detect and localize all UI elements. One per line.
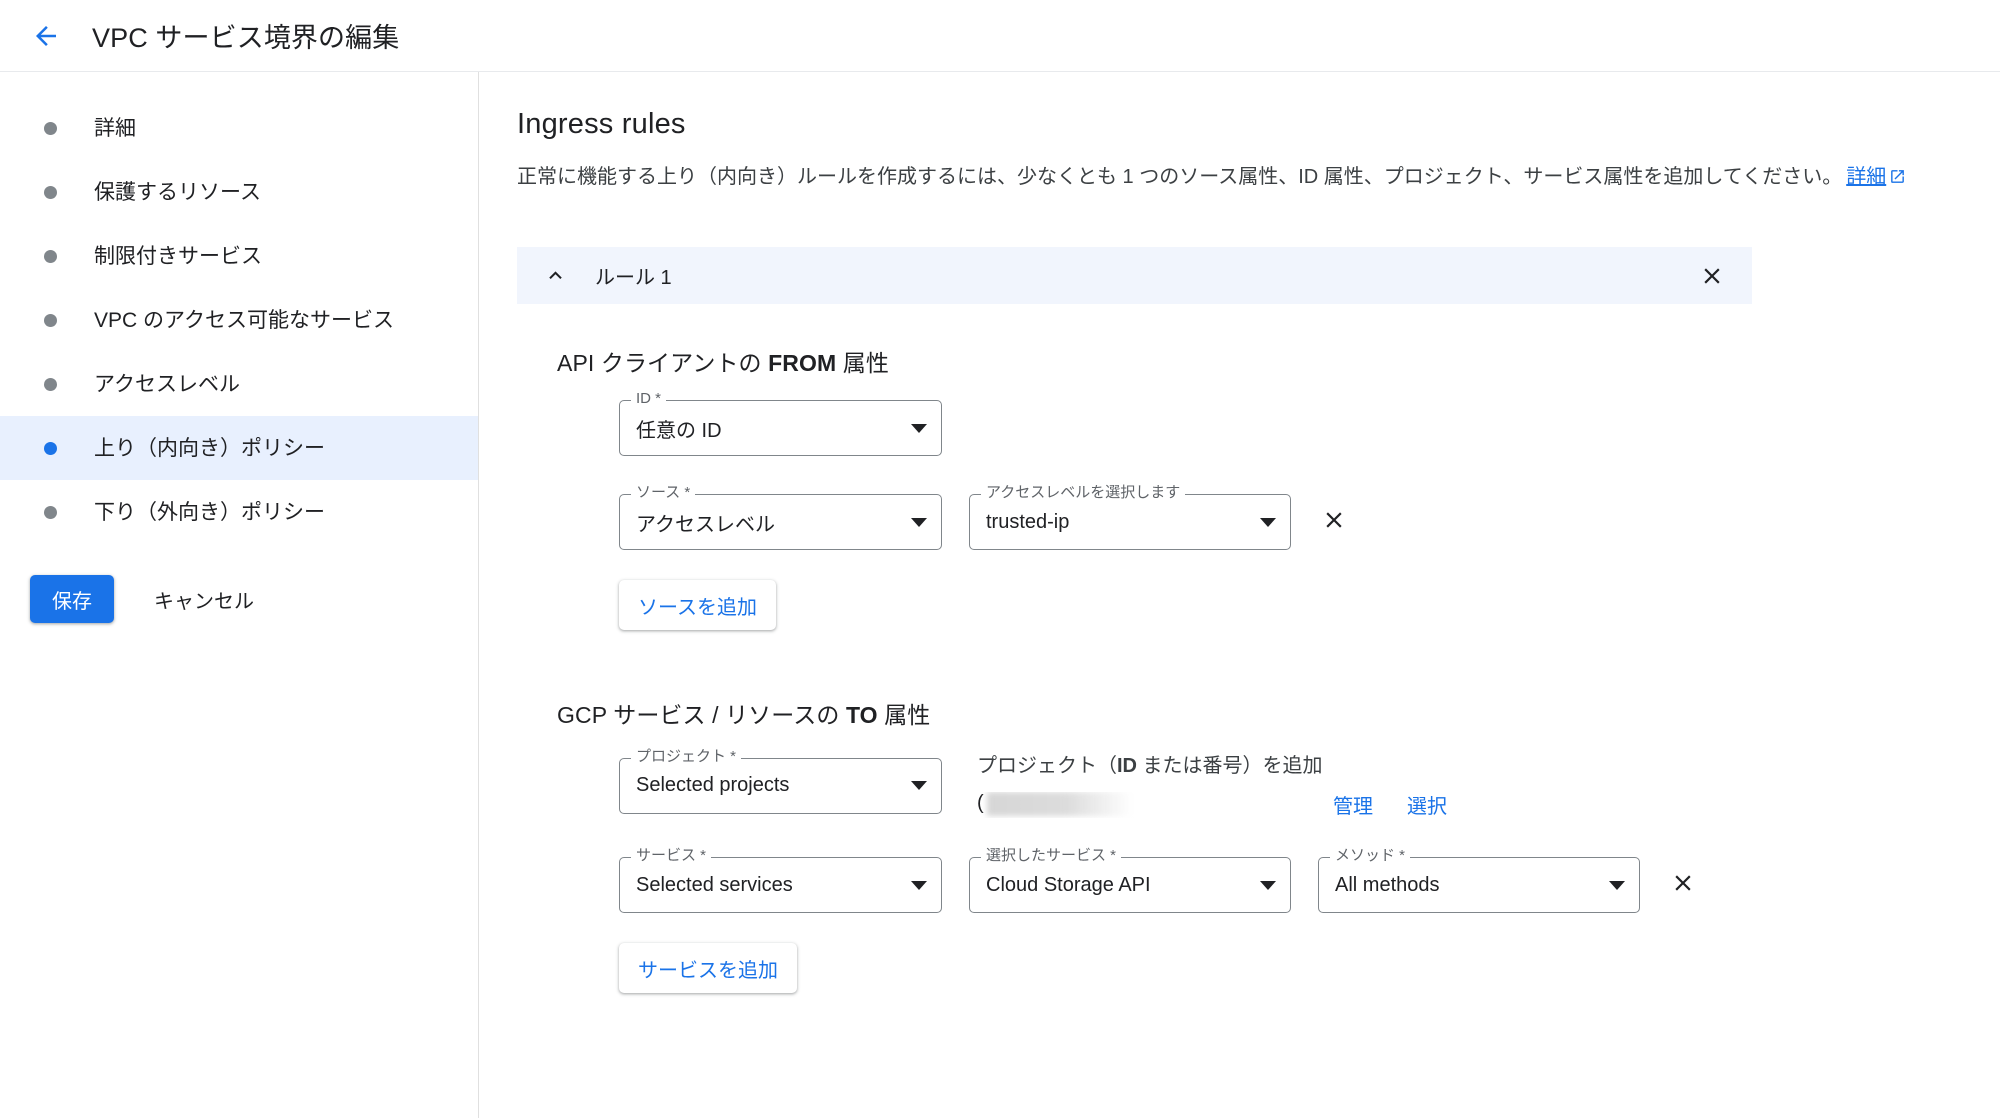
- to-heading-pre: GCP サービス / リソースの: [557, 702, 846, 728]
- from-heading-post: 属性: [836, 350, 889, 376]
- project-label: プロジェクト *: [631, 748, 742, 764]
- sidebar-nav: 詳細 保護するリソース 制限付きサービス VPC のアクセス可能なサービス アク…: [0, 72, 479, 1118]
- sidebar-item-label: 詳細: [94, 116, 136, 140]
- sidebar-item-restricted-services[interactable]: 制限付きサービス: [0, 224, 478, 288]
- to-heading-bold: TO: [845, 702, 878, 728]
- bullet-icon: [44, 441, 57, 455]
- sidebar-item-label: 下り（外向き）ポリシー: [94, 500, 325, 524]
- method-select[interactable]: メソッド * All methods: [1318, 848, 1640, 913]
- chevron-down-icon: [911, 880, 927, 890]
- source-type-select[interactable]: ソース * アクセスレベル: [619, 485, 942, 550]
- chevron-down-icon: [1609, 880, 1625, 890]
- bullet-icon: [44, 377, 57, 391]
- project-select-link[interactable]: 選択: [1407, 790, 1447, 819]
- section-description-text: 正常に機能する上り（内向き）ルールを作成するには、少なくとも 1 つのソース属性…: [517, 166, 1843, 188]
- project-select[interactable]: プロジェクト * Selected projects: [619, 748, 942, 814]
- project-id-text: (: [977, 791, 984, 814]
- source-type-value: アクセスレベル: [636, 513, 775, 536]
- sidebar-item-label: 保護するリソース: [94, 180, 261, 204]
- project-value-row: ( 管理 選択: [977, 790, 1447, 819]
- sidebar-actions: 保存 キャンセル: [0, 575, 478, 623]
- sidebar-item-label: 上り（内向き）ポリシー: [94, 436, 325, 460]
- chevron-down-icon: [911, 423, 927, 433]
- to-heading-post: 属性: [877, 702, 931, 728]
- service-row: サービス * Selected services 選択したサービス * Clou…: [557, 848, 2000, 913]
- sidebar-item-label: VPC のアクセス可能なサービス: [94, 308, 394, 332]
- chevron-down-icon: [911, 517, 927, 527]
- service-type-label: サービス *: [631, 848, 712, 863]
- sidebar-item-ingress-policy[interactable]: 上り（内向き）ポリシー: [0, 416, 478, 480]
- method-label: メソッド *: [1330, 848, 1411, 863]
- remove-service-button[interactable]: [1670, 870, 1696, 901]
- bullet-icon: [44, 313, 57, 327]
- project-caption-pre: プロジェクト（: [977, 755, 1117, 777]
- add-service-button[interactable]: サービスを追加: [619, 943, 797, 993]
- source-row: ソース * アクセスレベル アクセスレベルを選択します trusted-ip: [557, 485, 2000, 550]
- sidebar-item-details[interactable]: 詳細: [0, 96, 478, 160]
- service-type-value: Selected services: [636, 873, 793, 896]
- chevron-down-icon: [1260, 880, 1276, 890]
- add-source-button[interactable]: ソースを追加: [619, 580, 776, 630]
- from-heading-bold: FROM: [768, 350, 837, 376]
- chevron-down-icon: [911, 781, 927, 790]
- service-type-select[interactable]: サービス * Selected services: [619, 848, 942, 913]
- save-button[interactable]: 保存: [30, 575, 114, 623]
- project-id-redacted-value: (: [977, 791, 1299, 818]
- app-header: VPC サービス境界の編集: [0, 0, 2000, 72]
- sidebar-item-vpc-accessible-services[interactable]: VPC のアクセス可能なサービス: [0, 288, 478, 352]
- access-level-value: trusted-ip: [986, 510, 1070, 533]
- from-heading-pre: API クライアントの: [557, 350, 769, 376]
- redaction-mask: [987, 791, 1132, 816]
- rule-header-bar[interactable]: ルール 1: [517, 247, 1752, 304]
- sidebar-item-protected-resources[interactable]: 保護するリソース: [0, 160, 478, 224]
- bullet-icon: [44, 505, 57, 519]
- learn-more-link[interactable]: 詳細: [1846, 166, 1886, 188]
- rule-close-button[interactable]: [1699, 263, 1725, 289]
- remove-source-button[interactable]: [1321, 507, 1347, 538]
- bullet-icon: [44, 249, 57, 263]
- project-value: Selected projects: [636, 774, 790, 796]
- rule-title: ルール 1: [595, 267, 672, 289]
- from-attributes-heading: API クライアントの FROM 属性: [557, 344, 2000, 378]
- access-level-label: アクセスレベルを選択します: [981, 485, 1186, 500]
- back-button[interactable]: [22, 12, 70, 60]
- selected-service-value: Cloud Storage API: [986, 873, 1151, 896]
- access-level-select[interactable]: アクセスレベルを選択します trusted-ip: [969, 485, 1291, 550]
- project-caption-post: または番号）を追加: [1137, 755, 1323, 777]
- sidebar-item-access-levels[interactable]: アクセスレベル: [0, 352, 478, 416]
- from-attributes-group: API クライアントの FROM 属性 ID * 任意の ID ソース * アク…: [517, 344, 2000, 630]
- arrow-back-icon: [31, 21, 61, 51]
- section-title: Ingress rules: [517, 108, 686, 140]
- chevron-down-icon: [1260, 517, 1276, 527]
- to-attributes-group: GCP サービス / リソースの TO 属性 プロジェクト * Selected…: [517, 696, 2000, 993]
- identity-type-select[interactable]: ID * 任意の ID: [619, 391, 942, 456]
- page-title: VPC サービス境界の編集: [92, 23, 400, 53]
- section-description: 正常に機能する上り（内向き）ルールを作成するには、少なくとも 1 つのソース属性…: [517, 163, 2000, 193]
- chevron-up-icon[interactable]: [543, 263, 568, 288]
- sidebar-item-egress-policy[interactable]: 下り（外向き）ポリシー: [0, 480, 478, 544]
- sidebar-item-label: アクセスレベル: [94, 372, 240, 396]
- project-row: プロジェクト * Selected projects プロジェクト（ID または…: [557, 748, 2000, 819]
- identity-type-label: ID *: [631, 391, 667, 406]
- sidebar-item-label: 制限付きサービス: [94, 244, 262, 268]
- project-manage-link[interactable]: 管理: [1333, 790, 1373, 819]
- bullet-icon: [44, 185, 57, 199]
- page-body: 詳細 保護するリソース 制限付きサービス VPC のアクセス可能なサービス アク…: [0, 72, 2000, 1118]
- external-link-icon: [1889, 165, 1906, 193]
- project-caption-bold: ID: [1117, 755, 1137, 777]
- main-content: Ingress rules 正常に機能する上り（内向き）ルールを作成するには、少…: [479, 72, 2000, 1118]
- project-add-block: プロジェクト（ID または番号）を追加 ( 管理 選択: [977, 752, 1447, 819]
- cancel-button[interactable]: キャンセル: [144, 575, 264, 623]
- selected-service-select[interactable]: 選択したサービス * Cloud Storage API: [969, 848, 1291, 913]
- project-add-caption: プロジェクト（ID または番号）を追加: [977, 754, 1447, 778]
- identity-type-value: 任意の ID: [636, 419, 722, 442]
- selected-service-label: 選択したサービス *: [981, 848, 1122, 863]
- method-value: All methods: [1335, 873, 1440, 896]
- source-type-label: ソース *: [631, 485, 696, 500]
- to-attributes-heading: GCP サービス / リソースの TO 属性: [557, 696, 2000, 730]
- bullet-icon: [44, 121, 57, 135]
- identity-row: ID * 任意の ID: [557, 391, 2000, 456]
